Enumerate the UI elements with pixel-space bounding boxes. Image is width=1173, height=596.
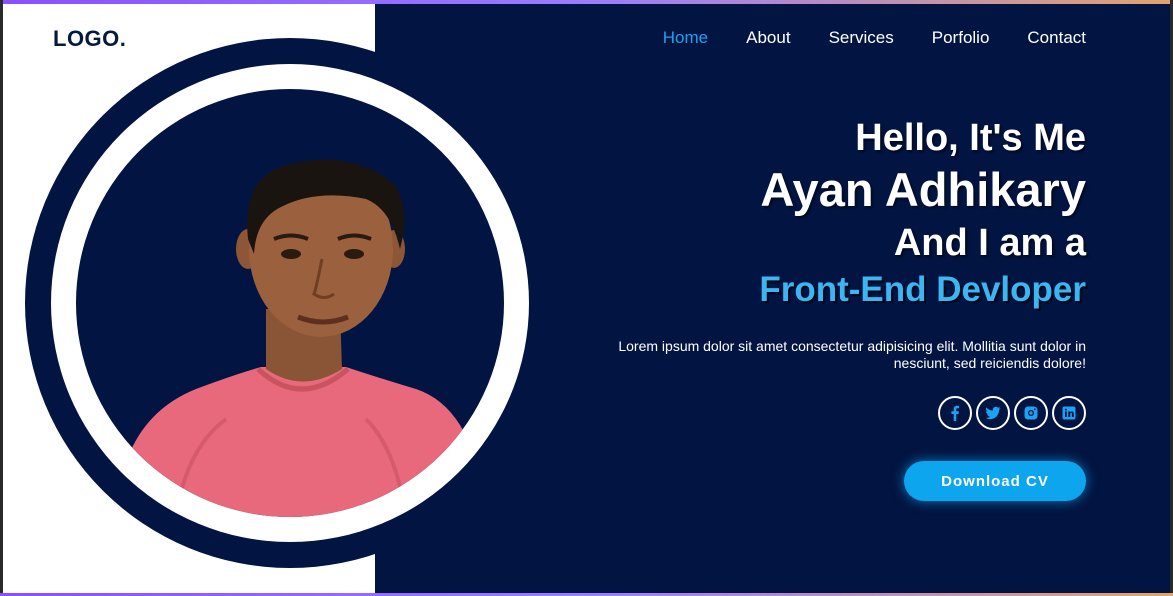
nav-about[interactable]: About: [746, 28, 790, 48]
nav-home[interactable]: Home: [663, 28, 708, 48]
site-logo[interactable]: LOGO.: [53, 26, 126, 52]
hero-text: Hello, It's Me Ayan Adhikary And I am a …: [759, 115, 1086, 313]
hero-name: Ayan Adhikary: [760, 163, 1086, 216]
twitter-link[interactable]: [976, 396, 1010, 430]
nav-contact[interactable]: Contact: [1027, 28, 1086, 48]
instagram-icon: [1024, 406, 1038, 420]
hero-role: Front-End Devloper: [759, 270, 1086, 309]
nav-portfolio[interactable]: Porfolio: [932, 28, 990, 48]
linkedin-icon: [1062, 406, 1076, 420]
facebook-icon: [951, 405, 959, 421]
hero-description: Lorem ipsum dolor sit amet consectetur a…: [618, 338, 1086, 371]
profile-photo: [116, 159, 486, 517]
facebook-link[interactable]: [938, 396, 972, 430]
twitter-icon: [985, 406, 1001, 420]
portfolio-page: LOGO. Home About Services Porfolio Conta…: [0, 0, 1173, 596]
social-links: [938, 396, 1086, 430]
nav-services[interactable]: Services: [829, 28, 894, 48]
instagram-link[interactable]: [1014, 396, 1048, 430]
left-border: [0, 0, 3, 596]
download-cv-button[interactable]: Download CV: [904, 461, 1086, 501]
hero-intro: And I am a: [893, 222, 1086, 264]
profile-photo-frame: [76, 89, 504, 517]
main-nav: Home About Services Porfolio Contact: [625, 28, 1086, 48]
hero-greeting: Hello, It's Me: [855, 117, 1086, 159]
linkedin-link[interactable]: [1052, 396, 1086, 430]
